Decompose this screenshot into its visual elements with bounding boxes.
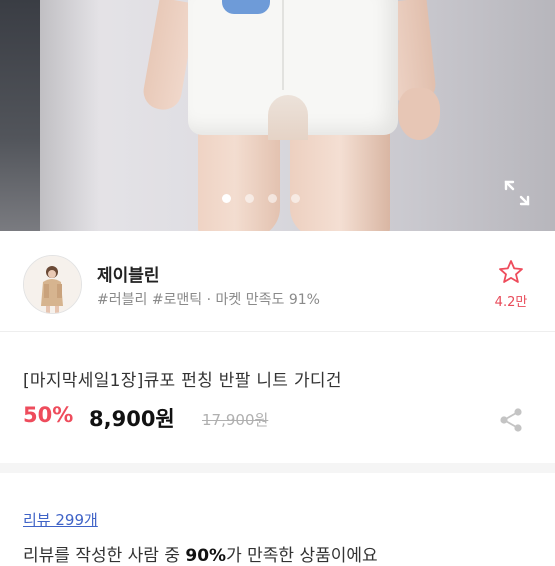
review-summary-prefix: 리뷰를 작성한 사람 중 xyxy=(23,546,186,566)
model-leg xyxy=(198,128,280,231)
product-image-gallery[interactable] xyxy=(0,0,555,231)
original-price: 17,900원 xyxy=(202,411,269,429)
review-summary-suffix: 가 만족한 상품이에요 xyxy=(226,546,378,566)
expand-icon[interactable] xyxy=(502,178,532,208)
sale-price: 8,900원 xyxy=(89,407,175,431)
discount-rate: 50% xyxy=(23,403,74,427)
shorts-leg-split xyxy=(268,95,308,140)
background-shadow xyxy=(40,0,100,231)
favorite-count: 4.2만 xyxy=(494,295,528,310)
price-row: 50% 8,900원 17,900원 xyxy=(23,403,533,437)
share-icon[interactable] xyxy=(499,407,523,433)
review-summary-percent: 90% xyxy=(185,546,227,566)
shop-tags: #러블리 #로맨틱 · 마켓 만족도 91% xyxy=(97,292,320,308)
product-title: [마지막세일1장]큐포 펀칭 반팔 니트 가디건 xyxy=(23,371,342,391)
review-satisfaction-summary: 리뷰를 작성한 사람 중 90%가 만족한 상품이에요 xyxy=(23,541,378,566)
pagination-dot[interactable] xyxy=(222,194,231,203)
pagination-dot[interactable] xyxy=(245,194,254,203)
model-hand xyxy=(398,88,440,140)
section-divider xyxy=(0,463,555,473)
shop-name[interactable]: 제이블린 xyxy=(97,261,160,286)
pagination-dot[interactable] xyxy=(291,194,300,203)
shorts-fly xyxy=(282,0,284,90)
shop-avatar[interactable] xyxy=(23,255,82,314)
review-count-link[interactable]: 리뷰 299개 xyxy=(23,509,98,530)
favorite-button[interactable]: 4.2만 xyxy=(488,259,534,310)
top-garment xyxy=(222,0,270,14)
shop-info-row[interactable]: 제이블린 #러블리 #로맨틱 · 마켓 만족도 91% 4.2만 xyxy=(0,231,555,332)
gallery-pagination xyxy=(222,194,300,203)
star-icon[interactable] xyxy=(498,260,524,289)
model-leg xyxy=(290,128,390,231)
pagination-dot[interactable] xyxy=(268,194,277,203)
background-wall xyxy=(0,0,40,231)
